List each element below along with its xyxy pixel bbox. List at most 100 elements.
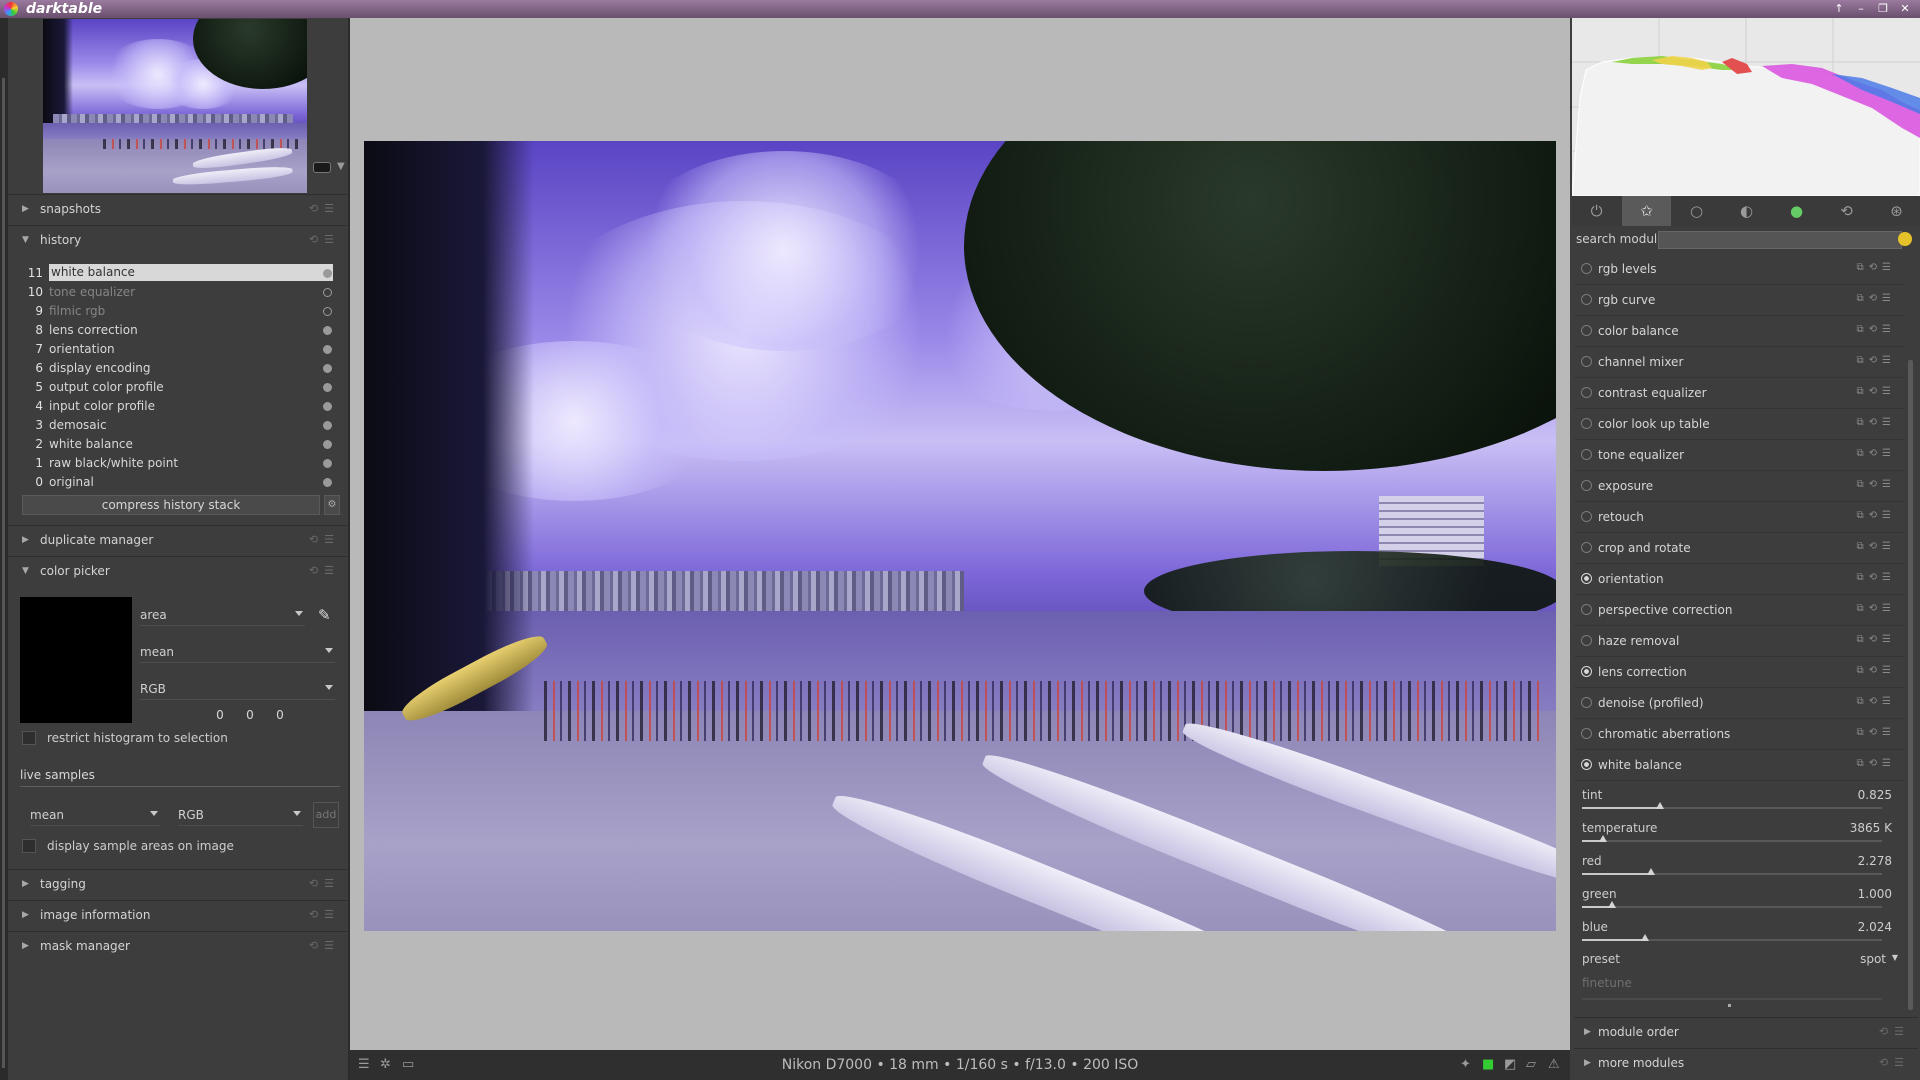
tab-base[interactable]: ○ [1672,196,1721,226]
history-item[interactable]: 5 output color profile [8,378,338,397]
slider-knob[interactable] [1656,802,1664,809]
live-statistic-combo[interactable]: mean [30,806,160,826]
power-icon[interactable] [1581,387,1592,398]
bulb-icon[interactable]: ✦ [1460,1057,1471,1072]
image-information-section[interactable]: ▶ image information ⟲☰ [8,900,348,930]
gamut-check-icon[interactable]: ▱ [1526,1057,1536,1072]
module-action-icons[interactable]: ⧉⟲☰ [1857,448,1896,459]
module-action-icons[interactable]: ⧉⟲☰ [1857,262,1896,273]
tab-effect[interactable]: ⊛ [1872,196,1920,226]
color-picker-section[interactable]: ▼ color picker ⟲☰ [8,556,348,586]
history-item[interactable]: 0 original [8,473,338,492]
slider-knob[interactable] [1641,934,1649,941]
tab-tone[interactable]: ◐ [1722,196,1771,226]
search-module-input[interactable] [1658,231,1902,249]
history-item[interactable]: 9 filmic rgb [8,302,338,321]
module-color-look-up-table[interactable]: color look up table ⧉⟲☰ [1574,409,1904,440]
finetune-slider[interactable]: finetune [1578,970,1900,1007]
power-icon[interactable] [1581,759,1592,770]
restrict-histogram-checkbox[interactable] [22,731,36,745]
power-icon[interactable] [1581,666,1592,677]
module-haze-removal[interactable]: haze removal ⧉⟲☰ [1574,626,1904,657]
module-tone-equalizer[interactable]: tone equalizer ⧉⟲☰ [1574,440,1904,471]
module-chromatic-aberrations[interactable]: chromatic aberrations ⧉⟲☰ [1574,719,1904,750]
module-order-section[interactable]: ▶ module order ⟲☰ [1574,1017,1918,1047]
module-action-icons[interactable]: ⧉⟲☰ [1857,634,1896,645]
right-panel-scrollbar[interactable] [1908,360,1913,1010]
slider-knob[interactable] [1647,868,1655,875]
history-item[interactable]: 11 white balance [8,264,338,283]
module-crop-and-rotate[interactable]: crop and rotate ⧉⟲☰ [1574,533,1904,564]
green-slider[interactable]: green 1.000 [1578,881,1900,914]
module-orientation[interactable]: orientation ⧉⟲☰ [1574,564,1904,595]
power-icon[interactable] [1581,480,1592,491]
module-lens-correction[interactable]: lens correction ⧉⟲☰ [1574,657,1904,688]
history-item[interactable]: 4 input color profile [8,397,338,416]
tab-favorites[interactable]: ✩ [1622,196,1671,226]
section-icons[interactable]: ⟲☰ [1879,1056,1910,1069]
power-icon[interactable] [1581,294,1592,305]
tab-correct[interactable]: ⟲ [1822,196,1871,226]
add-sample-button[interactable]: add [313,802,339,828]
history-item[interactable]: 3 demosaic [8,416,338,435]
power-icon[interactable] [1581,511,1592,522]
section-icons[interactable]: ⟲☰ [309,533,340,546]
module-action-icons[interactable]: ⧉⟲☰ [1857,479,1896,490]
module-perspective-correction[interactable]: perspective correction ⧉⟲☰ [1574,595,1904,626]
display-mode-icon[interactable] [313,162,331,173]
power-icon[interactable] [1581,418,1592,429]
navigation-thumbnail[interactable] [43,19,307,193]
module-exposure[interactable]: exposure ⧉⟲☰ [1574,471,1904,502]
module-white-balance[interactable]: white balance ⧉⟲☰ [1574,750,1904,781]
module-action-icons[interactable]: ⧉⟲☰ [1857,572,1896,583]
power-icon[interactable] [1581,728,1592,739]
module-contrast-equalizer[interactable]: contrast equalizer ⧉⟲☰ [1574,378,1904,409]
module-action-icons[interactable]: ⧉⟲☰ [1857,417,1896,428]
module-rgb-curve[interactable]: rgb curve ⧉⟲☰ [1574,285,1904,316]
tint-slider[interactable]: tint 0.825 [1578,782,1900,815]
blue-slider[interactable]: blue 2.024 [1578,914,1900,947]
power-icon[interactable] [1581,325,1592,336]
module-retouch[interactable]: retouch ⧉⟲☰ [1574,502,1904,533]
search-clear-icon[interactable] [1898,232,1912,246]
left-panel-edge[interactable] [0,18,8,1080]
mask-manager-section[interactable]: ▶ mask manager ⟲☰ [8,931,348,961]
section-icons[interactable]: ⟲☰ [309,908,340,921]
module-action-icons[interactable]: ⧉⟲☰ [1857,727,1896,738]
power-icon[interactable] [1581,449,1592,460]
duplicate-manager-section[interactable]: ▶ duplicate manager ⟲☰ [8,525,348,555]
display-samples-checkbox[interactable] [22,839,36,853]
module-channel-mixer[interactable]: channel mixer ⧉⟲☰ [1574,347,1904,378]
history-item[interactable]: 6 display encoding [8,359,338,378]
section-icons[interactable]: ⟲☰ [309,877,340,890]
module-rgb-levels[interactable]: rgb levels ⧉⟲☰ [1574,254,1904,285]
module-action-icons[interactable]: ⧉⟲☰ [1857,510,1896,521]
module-action-icons[interactable]: ⧉⟲☰ [1857,665,1896,676]
softproof-icon[interactable]: ◩ [1504,1057,1516,1072]
color-assessment-icon[interactable]: ■ [1482,1057,1494,1072]
history-item[interactable]: 7 orientation [8,340,338,359]
history-item[interactable]: 10 tone equalizer [8,283,338,302]
section-icons[interactable]: ⟲☰ [309,233,340,246]
history-style-button[interactable]: ⚙ [324,495,340,515]
picker-statistic-combo[interactable]: mean [140,643,335,663]
chevron-down-icon[interactable]: ▼ [337,161,345,172]
history-item[interactable]: 2 white balance [8,435,338,454]
keep-above-icon[interactable]: ↑ [1830,1,1848,17]
power-icon[interactable] [1581,604,1592,615]
slider-knob[interactable] [1599,835,1607,842]
section-icons[interactable]: ⟲☰ [309,939,340,952]
snapshots-section[interactable]: ▶ snapshots ⟲☰ [8,194,348,224]
power-icon[interactable] [1581,635,1592,646]
tab-color[interactable]: ● [1772,196,1821,226]
section-icons[interactable]: ⟲☰ [309,202,340,215]
module-denoise-profiled[interactable]: denoise (profiled) ⧉⟲☰ [1574,688,1904,719]
compress-history-button[interactable]: compress history stack [22,495,320,515]
main-image[interactable] [364,141,1556,931]
red-slider[interactable]: red 2.278 [1578,848,1900,881]
module-action-icons[interactable]: ⧉⟲☰ [1857,541,1896,552]
more-modules-section[interactable]: ▶ more modules ⟲☰ [1574,1048,1918,1078]
slider-knob[interactable] [1608,901,1616,908]
tagging-section[interactable]: ▶ tagging ⟲☰ [8,869,348,899]
picker-mode-combo[interactable]: area [140,606,305,626]
